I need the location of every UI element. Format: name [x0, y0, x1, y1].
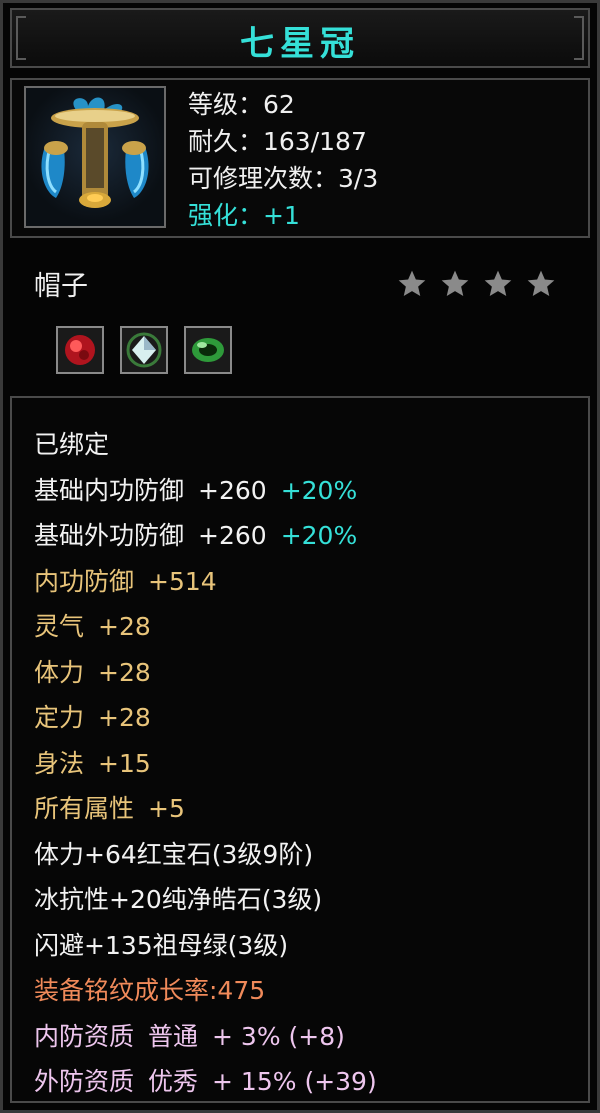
enhance-line: 强化：+1: [188, 201, 300, 230]
gem-bonus-line-2: 冰抗性+20纯净皓石(3级): [34, 885, 323, 914]
star-icon: [484, 270, 512, 296]
diamond-gem-icon[interactable]: [120, 326, 168, 374]
stamina-line: 体力 +28: [34, 657, 151, 687]
gem-bonus-line-1: 体力+64红宝石(3级9阶): [34, 839, 314, 869]
focus-line: 定力 +28: [34, 703, 151, 732]
item-type: 帽子: [34, 271, 88, 302]
level-line: 等级：62: [188, 90, 295, 119]
gem-bonus-line-3: 闪避+135祖母绿(3级): [34, 930, 289, 960]
star-icon: [398, 270, 426, 296]
ruby-gem-icon[interactable]: [56, 326, 104, 374]
star-icon: [441, 270, 469, 296]
inner-defense-line: 内功防御 +514: [34, 566, 217, 596]
repair-count-line: 可修理次数：3/3: [188, 164, 379, 193]
all-attributes-line: 所有属性 +5: [34, 794, 185, 823]
base-inner-defense-line: 基础内功防御 +260 +20%: [34, 475, 358, 505]
item-basic-stats: 等级：62 耐久：163/187 可修理次数：3/3 强化：+1: [188, 86, 378, 234]
jade-gem-icon[interactable]: [184, 326, 232, 374]
agility-line: 身法 +15: [34, 748, 151, 778]
star-icon: [527, 270, 555, 296]
outer-quality-line: 外防资质 优秀 + 15% (+39): [34, 1067, 377, 1096]
bound-status: 已绑定: [34, 430, 110, 459]
attribute-list: 已绑定 基础内功防御 +260 +20% 基础外功防御 +260 +20% 内功防御 +5…: [34, 422, 377, 1105]
spirit-line: 灵气 +28: [34, 612, 151, 641]
base-outer-defense-line: 基础外功防御 +260 +20%: [34, 521, 358, 550]
inner-quality-line: 内防资质 普通 + 3% (+8): [34, 1021, 345, 1051]
star-rating: [396, 268, 563, 304]
growth-rate-line: 装备铭纹成长率:475: [34, 976, 266, 1005]
item-name: 七星冠: [240, 24, 360, 64]
durability-line: 耐久：163/187: [188, 127, 367, 156]
title-bar: 七星冠: [10, 8, 590, 68]
crown-helmet-icon: [24, 86, 166, 228]
